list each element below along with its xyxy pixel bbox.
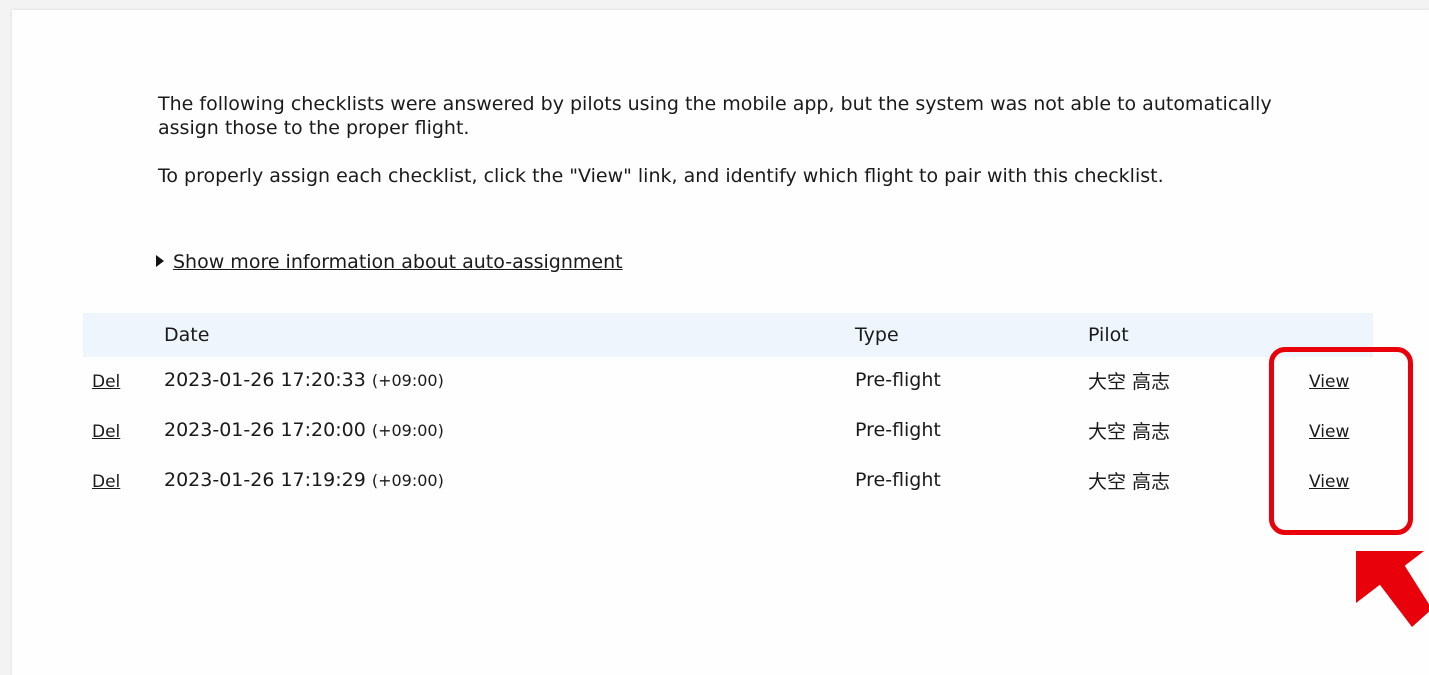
row-date-value: 2023-01-26 17:19:29 [164, 469, 366, 491]
row-date-value: 2023-01-26 17:20:33 [164, 369, 366, 391]
row-timezone: (+09:00) [371, 421, 444, 440]
delete-link[interactable]: Del [92, 422, 120, 442]
row-pilot: 大空 高志 [1088, 371, 1171, 393]
intro-paragraph-2: To properly assign each checklist, click… [158, 165, 1164, 187]
row-timezone: (+09:00) [371, 371, 444, 390]
triangle-right-icon [156, 255, 164, 267]
header-pilot: Pilot [1088, 324, 1129, 346]
intro-text: The following checklists were answered b… [158, 92, 1298, 188]
arrow-pointer-icon [1356, 551, 1429, 627]
table-row: Del 2023-01-26 17:20:00 (+09:00) Pre-fli… [83, 407, 1373, 457]
row-date: 2023-01-26 17:19:29 (+09:00) [164, 469, 444, 491]
row-pilot: 大空 高志 [1088, 421, 1171, 443]
row-type: Pre-flight [855, 369, 941, 391]
header-type: Type [855, 324, 899, 346]
row-timezone: (+09:00) [371, 471, 444, 490]
table-row: Del 2023-01-26 17:19:29 (+09:00) Pre-fli… [83, 457, 1373, 507]
row-type: Pre-flight [855, 419, 941, 441]
delete-link[interactable]: Del [92, 472, 120, 492]
intro-paragraph-1: The following checklists were answered b… [158, 93, 1272, 139]
row-date-value: 2023-01-26 17:20:00 [164, 419, 366, 441]
row-date: 2023-01-26 17:20:00 (+09:00) [164, 419, 444, 441]
table-header: Date Type Pilot [83, 313, 1373, 357]
more-info-toggle[interactable]: Show more information about auto-assignm… [156, 250, 623, 274]
row-pilot: 大空 高志 [1088, 471, 1171, 493]
row-type: Pre-flight [855, 469, 941, 491]
row-date: 2023-01-26 17:20:33 (+09:00) [164, 369, 444, 391]
checklist-table: Date Type Pilot Del 2023-01-26 17:20:33 … [83, 313, 1373, 507]
table-row: Del 2023-01-26 17:20:33 (+09:00) Pre-fli… [83, 357, 1373, 407]
delete-link[interactable]: Del [92, 372, 120, 392]
header-date: Date [164, 324, 210, 346]
more-info-link[interactable]: Show more information about auto-assignm… [173, 251, 623, 273]
highlight-box [1269, 347, 1413, 535]
